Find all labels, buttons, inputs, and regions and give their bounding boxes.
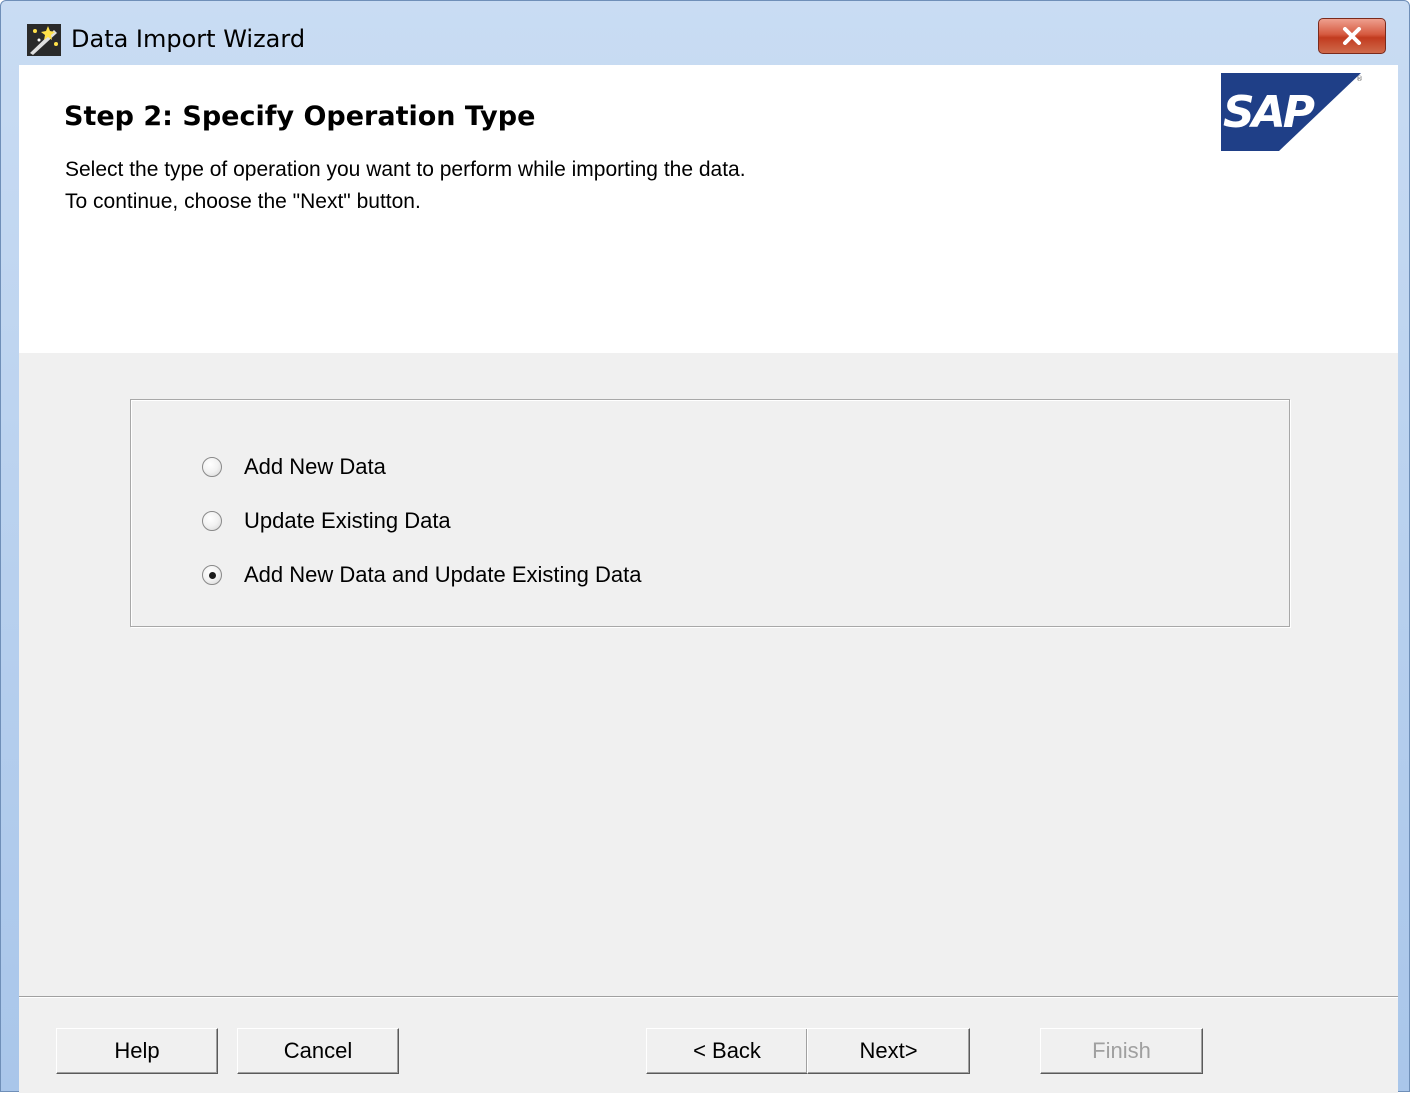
option-add-new-data[interactable]: Add New Data [202, 452, 386, 482]
wizard-header: Step 2: Specify Operation Type Select th… [19, 65, 1398, 353]
description-line-1: Select the type of operation you want to… [65, 158, 746, 181]
svg-text:SAP: SAP [1223, 87, 1315, 138]
page-title: Step 2: Specify Operation Type [64, 101, 536, 132]
cancel-button[interactable]: Cancel [237, 1028, 399, 1074]
wizard-body: Step 2: Specify Operation Type Select th… [19, 65, 1398, 1093]
radio-button[interactable] [202, 511, 222, 531]
back-button[interactable]: < Back [646, 1028, 808, 1074]
title-bar[interactable]: Data Import Wizard [1, 1, 1409, 65]
sap-logo: SAP ® [1221, 73, 1363, 151]
option-label: Update Existing Data [244, 508, 451, 533]
option-add-and-update-data[interactable]: Add New Data and Update Existing Data [202, 560, 641, 590]
close-icon [1343, 27, 1361, 45]
next-button[interactable]: Next> [807, 1028, 970, 1074]
option-label: Add New Data [244, 454, 386, 479]
footer-divider [19, 996, 1398, 998]
radio-button-selected[interactable] [202, 565, 222, 585]
radio-button[interactable] [202, 457, 222, 477]
wizard-window: Data Import Wizard Step 2: Specify Opera… [0, 0, 1410, 1093]
window-title: Data Import Wizard [71, 25, 306, 53]
option-label: Add New Data and Update Existing Data [244, 562, 642, 587]
operation-type-group: Add New Data Update Existing Data Add Ne… [130, 399, 1290, 627]
svg-text:®: ® [1356, 75, 1363, 83]
option-update-existing-data[interactable]: Update Existing Data [202, 506, 451, 536]
close-button[interactable] [1318, 18, 1386, 54]
wizard-wand-icon [27, 24, 61, 56]
help-button[interactable]: Help [56, 1028, 218, 1074]
description-line-2: To continue, choose the "Next" button. [65, 190, 421, 213]
finish-button: Finish [1040, 1028, 1203, 1074]
